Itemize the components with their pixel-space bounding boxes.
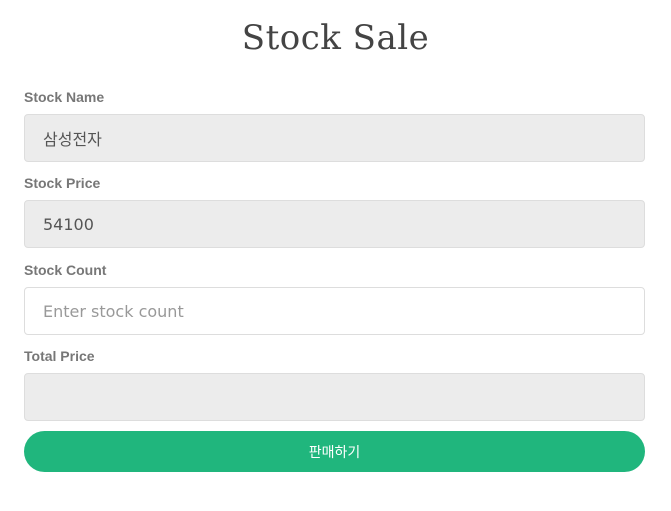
total-price-input[interactable] xyxy=(24,373,645,421)
stock-price-input[interactable] xyxy=(24,200,645,248)
stock-name-label: Stock Name xyxy=(24,89,105,105)
sell-button[interactable]: 판매하기 xyxy=(24,431,645,472)
total-price-label: Total Price xyxy=(24,348,95,364)
stock-count-label: Stock Count xyxy=(24,262,107,278)
stock-price-label: Stock Price xyxy=(24,175,101,191)
page-title: Stock Sale xyxy=(241,18,430,58)
stock-name-input[interactable] xyxy=(24,114,645,162)
stock-count-input[interactable] xyxy=(24,287,645,335)
